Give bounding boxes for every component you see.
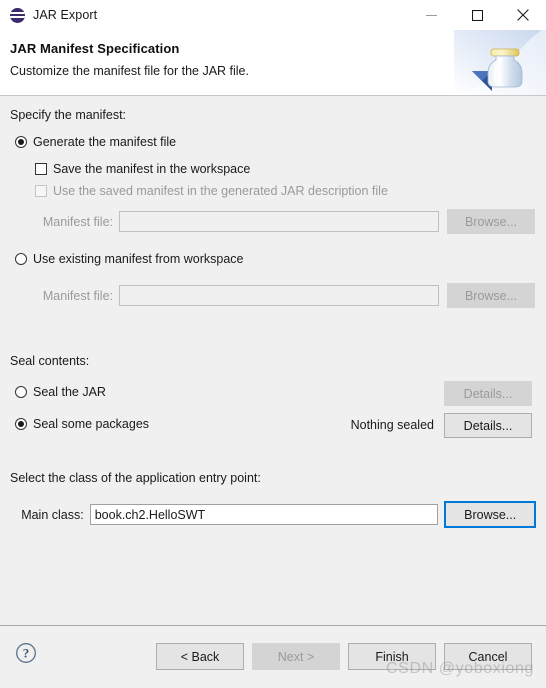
checkbox-use-saved-manifest: Use the saved manifest in the generated … bbox=[35, 184, 388, 198]
manifest-file-label-2: Manifest file: bbox=[42, 288, 113, 303]
close-icon bbox=[517, 9, 529, 21]
close-button[interactable] bbox=[500, 0, 546, 30]
radio-seal-jar-indicator bbox=[15, 386, 27, 398]
seal-jar-details-button: Details... bbox=[444, 381, 532, 406]
manifest-file-row-1: Manifest file: Browse... bbox=[35, 209, 535, 234]
maximize-button[interactable] bbox=[454, 0, 500, 30]
checkbox-use-saved-manifest-label: Use the saved manifest in the generated … bbox=[53, 184, 388, 198]
main-class-browse-button[interactable]: Browse... bbox=[444, 501, 536, 528]
radio-use-existing-manifest[interactable]: Use existing manifest from workspace bbox=[15, 252, 244, 266]
manifest-file-input-1[interactable] bbox=[119, 211, 439, 232]
manifest-file-input-2[interactable] bbox=[119, 285, 439, 306]
radio-seal-some-packages-label: Seal some packages bbox=[33, 417, 150, 431]
radio-seal-some-packages-indicator bbox=[15, 418, 27, 430]
minimize-icon bbox=[425, 14, 437, 16]
seal-section-label-row: Seal contents: bbox=[10, 354, 89, 368]
manifest-file-row-2: Manifest file: Browse... bbox=[35, 283, 535, 308]
cancel-button[interactable]: Cancel bbox=[444, 643, 532, 670]
checkbox-use-saved-manifest-indicator bbox=[35, 185, 47, 197]
radio-seal-some-packages[interactable]: Seal some packages bbox=[15, 417, 149, 431]
window-controls bbox=[408, 0, 546, 30]
radio-generate-manifest-label: Generate the manifest file bbox=[33, 135, 177, 149]
footer-buttons: < Back Next > Finish Cancel bbox=[148, 643, 532, 670]
radio-seal-jar[interactable]: Seal the JAR bbox=[15, 385, 106, 399]
main-class-label: Main class: bbox=[21, 507, 84, 522]
radio-seal-jar-label: Seal the JAR bbox=[33, 385, 106, 399]
checkbox-save-manifest-indicator bbox=[35, 163, 47, 175]
checkbox-save-manifest-label: Save the manifest in the workspace bbox=[53, 162, 251, 176]
back-button[interactable]: < Back bbox=[156, 643, 244, 670]
window-title: JAR Export bbox=[33, 8, 98, 22]
seal-section-label: Seal contents: bbox=[10, 354, 90, 368]
radio-generate-manifest-indicator bbox=[15, 136, 27, 148]
seal-packages-details-button[interactable]: Details... bbox=[444, 413, 532, 438]
manifest-browse-button-1: Browse... bbox=[447, 209, 535, 234]
manifest-section-label-row: Specify the manifest: bbox=[10, 108, 126, 122]
entry-point-section-label-row: Select the class of the application entr… bbox=[10, 471, 261, 485]
seal-status-text: Nothing sealed bbox=[350, 418, 434, 432]
maximize-icon bbox=[471, 9, 483, 21]
jar-export-dialog: JAR Export JAR Manifest Specification Cu… bbox=[0, 0, 546, 688]
title-bar-left: JAR Export bbox=[0, 7, 98, 23]
jar-bottle-icon bbox=[454, 30, 546, 95]
manifest-section-label: Specify the manifest: bbox=[10, 108, 127, 122]
radio-generate-manifest[interactable]: Generate the manifest file bbox=[15, 135, 176, 149]
title-bar: JAR Export bbox=[0, 0, 546, 30]
radio-use-existing-manifest-label: Use existing manifest from workspace bbox=[33, 252, 244, 266]
radio-use-existing-manifest-indicator bbox=[15, 253, 27, 265]
dialog-footer: ? < Back Next > Finish Cancel CSDN @yobo… bbox=[0, 626, 546, 688]
eclipse-icon bbox=[10, 7, 25, 23]
manifest-file-label-1: Manifest file: bbox=[42, 214, 113, 229]
finish-button[interactable]: Finish bbox=[348, 643, 436, 670]
main-class-row: Main class: Browse... bbox=[12, 501, 536, 528]
page-title: JAR Manifest Specification bbox=[10, 41, 180, 56]
dialog-header: JAR Manifest Specification Customize the… bbox=[0, 30, 546, 96]
main-class-input[interactable] bbox=[89, 504, 439, 525]
help-icon[interactable]: ? bbox=[15, 642, 37, 664]
next-button: Next > bbox=[252, 643, 340, 670]
dialog-content: Specify the manifest: Generate the manif… bbox=[0, 96, 546, 625]
checkbox-save-manifest-workspace[interactable]: Save the manifest in the workspace bbox=[35, 162, 250, 176]
minimize-button[interactable] bbox=[408, 0, 454, 30]
manifest-browse-button-2: Browse... bbox=[447, 283, 535, 308]
svg-text:?: ? bbox=[23, 646, 30, 661]
page-subtitle: Customize the manifest file for the JAR … bbox=[10, 64, 249, 78]
entry-point-section-label: Select the class of the application entr… bbox=[10, 471, 261, 485]
